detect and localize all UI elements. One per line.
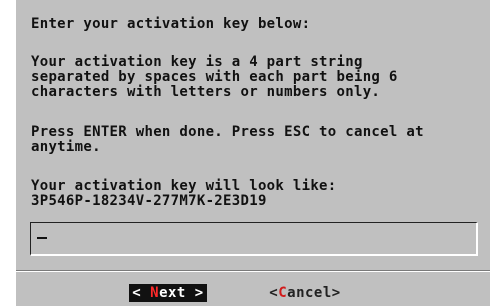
cancel-hotkey: C [278, 285, 288, 301]
button-separator [16, 270, 490, 272]
next-left-bracket: < [132, 285, 142, 301]
next-label-rest: ext [159, 285, 186, 301]
cancel-label-rest: ancel [287, 285, 332, 301]
cancel-button[interactable]: <Cancel> [268, 284, 342, 302]
dialog-instructions: Press ENTER when done. Press ESC to canc… [31, 124, 424, 155]
cancel-right-bracket: > [331, 285, 341, 301]
dialog-description: Your activation key is a 4 part string s… [31, 54, 398, 100]
example-key-label: Your activation key will look like: 3P54… [31, 179, 337, 209]
next-right-bracket: > [194, 285, 204, 301]
next-hotkey: N [150, 285, 160, 301]
example-label-text: Your activation key will look like: [31, 178, 337, 194]
example-key-value: 3P546P-18234V-277M7K-2E3D19 [31, 193, 267, 209]
dialog-prompt: Enter your activation key below: [31, 16, 311, 32]
next-button[interactable]: < Next > [129, 284, 207, 302]
activation-key-input[interactable] [30, 222, 478, 256]
text-cursor [37, 237, 47, 239]
cancel-left-bracket: < [269, 285, 279, 301]
activation-key-dialog: Enter your activation key below: Your ac… [14, 0, 490, 306]
